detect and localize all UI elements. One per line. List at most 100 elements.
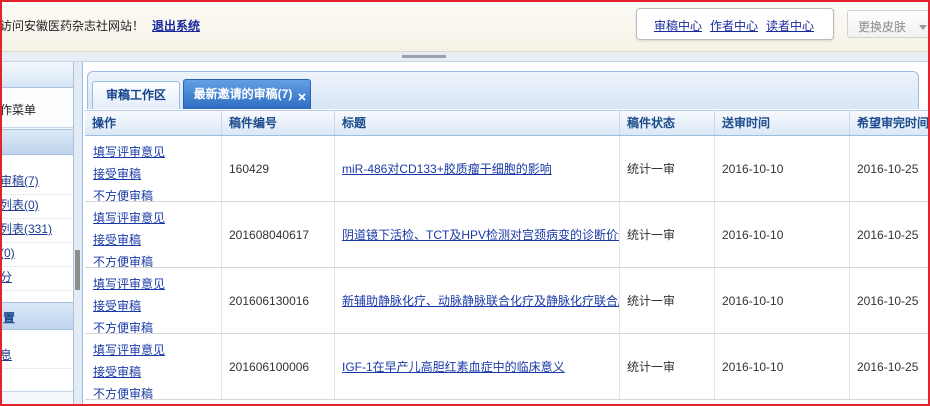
manuscript-id-cell: 160429 <box>222 136 335 201</box>
due-date: 2016-10-25 <box>857 293 919 308</box>
sent-date: 2016-10-10 <box>722 293 784 308</box>
due-date-cell: 2016-10-25 <box>850 334 930 399</box>
manuscript-title-link[interactable]: 阴道镜下活检、TCT及HPV检测对宫颈病变的诊断价值 <box>342 226 619 243</box>
status-text: 统计一审 <box>627 228 676 242</box>
manuscript-id-cell: 201606100006 <box>222 334 335 399</box>
manuscript-title-link[interactable]: miR-486对CD133+胶质瘤干细胞的影响 <box>342 160 552 177</box>
sent-date-cell: 2016-10-10 <box>715 268 850 333</box>
decline-review-link[interactable]: 不方便审稿 <box>93 317 221 333</box>
skin-select-label: 更换皮肤 <box>858 20 907 34</box>
manuscript-title-link[interactable]: IGF-1在早产儿高胆红素血症中的临床意义 <box>342 358 565 375</box>
title-cell: 新辅助静脉化疗、动脉静脉联合化疗及静脉化疗联合腔 <box>335 268 620 333</box>
accept-review-link[interactable]: 接受审稿 <box>93 361 221 383</box>
due-date-cell: 2016-10-25 <box>850 136 930 201</box>
horizontal-splitter[interactable] <box>0 52 930 62</box>
actions-cell: 填写评审意见 接受审稿 不方便审稿 <box>85 268 222 333</box>
tab-strip: 审稿工作区 最新邀请的审稿(7) <box>87 71 919 109</box>
column-header-status[interactable]: 稿件状态 <box>620 111 715 135</box>
sent-date-cell: 2016-10-10 <box>715 334 850 399</box>
fill-review-link[interactable]: 填写评审意见 <box>93 273 221 295</box>
decline-review-link[interactable]: 不方便审稿 <box>93 251 221 267</box>
author-center-link[interactable]: 作者中心 <box>710 17 758 34</box>
sent-date: 2016-10-10 <box>722 227 784 242</box>
work-menu-title[interactable]: 作菜单 <box>0 88 73 128</box>
top-bar: 访问安徽医药杂志社网站！ 退出系统 审稿中心 作者中心 读者中心 更换皮肤 <box>0 0 930 52</box>
settings-section-label: 置 <box>3 311 16 325</box>
close-icon[interactable] <box>298 83 306 101</box>
accept-review-link[interactable]: 接受审稿 <box>93 295 221 317</box>
status-cell: 统计一审 <box>620 202 715 267</box>
column-header-sent-date[interactable]: 送审时间 <box>715 111 850 135</box>
review-table: 操作 稿件编号 标题 稿件状态 送审时间 希望审完时间 填写评审意见 接受审稿 … <box>85 110 930 400</box>
table-row: 填写评审意见 接受审稿 不方便审稿 160429 miR-486对CD133+胶… <box>85 136 930 202</box>
tab-review-workspace[interactable]: 审稿工作区 <box>92 81 180 109</box>
title-cell: 阴道镜下活检、TCT及HPV检测对宫颈病变的诊断价值 <box>335 202 620 267</box>
sidebar-item-info[interactable]: 息 <box>0 345 73 369</box>
manuscript-title-link[interactable]: 新辅助静脉化疗、动脉静脉联合化疗及静脉化疗联合腔 <box>342 292 619 309</box>
decline-review-link[interactable]: 不方便审稿 <box>93 383 221 399</box>
actions-cell: 填写评审意见 接受审稿 不方便审稿 <box>85 136 222 201</box>
settings-menu-list: 息 <box>0 330 73 392</box>
title-cell: IGF-1在早产儿高胆红素血症中的临床意义 <box>335 334 620 399</box>
sidebar-menu-list: 审稿(7) 列表(0) 列表(331) (0) 分 <box>0 156 73 302</box>
sidebar-item-score[interactable]: 分 <box>0 267 73 291</box>
sent-date-cell: 2016-10-10 <box>715 136 850 201</box>
decline-review-link[interactable]: 不方便审稿 <box>93 185 221 201</box>
splitter-handle[interactable] <box>75 250 80 290</box>
accept-review-link[interactable]: 接受审稿 <box>93 229 221 251</box>
review-center-link[interactable]: 审稿中心 <box>654 17 702 34</box>
manuscript-id: 160429 <box>229 161 270 176</box>
table-row: 填写评审意见 接受审稿 不方便审稿 201606100006 IGF-1在早产儿… <box>85 334 930 400</box>
status-text: 统计一审 <box>627 162 676 176</box>
due-date-cell: 2016-10-25 <box>850 202 930 267</box>
sent-date: 2016-10-10 <box>722 161 784 176</box>
welcome-text: 访问安徽医药杂志社网站！ <box>0 19 145 33</box>
sidebar: 作菜单 审稿(7) 列表(0) 列表(331) (0) 分 置 息 <box>0 62 74 406</box>
column-header-actions[interactable]: 操作 <box>85 111 222 135</box>
table-header: 操作 稿件编号 标题 稿件状态 送审时间 希望审完时间 <box>85 110 930 136</box>
status-text: 统计一审 <box>627 294 676 308</box>
column-header-title[interactable]: 标题 <box>335 111 620 135</box>
manuscript-id: 201608040617 <box>229 227 310 242</box>
status-cell: 统计一审 <box>620 136 715 201</box>
sidebar-item-review[interactable]: 审稿(7) <box>0 171 73 195</box>
title-cell: miR-486对CD133+胶质瘤干细胞的影响 <box>335 136 620 201</box>
chevron-down-icon[interactable] <box>919 20 927 30</box>
due-date-cell: 2016-10-25 <box>850 268 930 333</box>
status-cell: 统计一审 <box>620 334 715 399</box>
due-date: 2016-10-25 <box>857 161 919 176</box>
main-panel: 审稿工作区 最新邀请的审稿(7) 操作 稿件编号 标题 稿件状态 送审时间 希望… <box>82 62 930 406</box>
reader-center-link[interactable]: 读者中心 <box>766 17 814 34</box>
tab-new-invitations[interactable]: 最新邀请的审稿(7) <box>183 79 311 109</box>
column-header-manuscript-id[interactable]: 稿件编号 <box>222 111 335 135</box>
actions-cell: 填写评审意见 接受审稿 不方便审稿 <box>85 202 222 267</box>
sidebar-item-list-a[interactable]: 列表(0) <box>0 195 73 219</box>
splitter-handle[interactable] <box>402 55 446 58</box>
review-section-header[interactable] <box>0 129 73 155</box>
sidebar-item-count[interactable]: (0) <box>0 243 73 267</box>
status-cell: 统计一审 <box>620 268 715 333</box>
fill-review-link[interactable]: 填写评审意见 <box>93 339 221 361</box>
table-row: 填写评审意见 接受审稿 不方便审稿 201608040617 阴道镜下活检、TC… <box>85 202 930 268</box>
fill-review-link[interactable]: 填写评审意见 <box>93 141 221 163</box>
due-date: 2016-10-25 <box>857 359 919 374</box>
fill-review-link[interactable]: 填写评审意见 <box>93 207 221 229</box>
sent-date-cell: 2016-10-10 <box>715 202 850 267</box>
settings-section-header[interactable]: 置 <box>0 302 73 330</box>
skin-select[interactable]: 更换皮肤 <box>847 10 930 38</box>
table-row: 填写评审意见 接受审稿 不方便审稿 201606130016 新辅助静脉化疗、动… <box>85 268 930 334</box>
tab-label: 最新邀请的审稿(7) <box>193 87 293 101</box>
manuscript-id: 201606130016 <box>229 293 310 308</box>
manuscript-id: 201606100006 <box>229 359 310 374</box>
column-header-due-date[interactable]: 希望审完时间 <box>850 111 930 135</box>
tab-label: 审稿工作区 <box>105 88 166 102</box>
work-menu-label: 作菜单 <box>0 103 37 117</box>
accept-review-link[interactable]: 接受审稿 <box>93 163 221 185</box>
due-date: 2016-10-25 <box>857 227 919 242</box>
manuscript-id-cell: 201608040617 <box>222 202 335 267</box>
vertical-splitter[interactable] <box>74 62 82 406</box>
status-text: 统计一审 <box>627 360 676 374</box>
sidebar-header <box>0 62 73 88</box>
logout-link[interactable]: 退出系统 <box>152 17 200 34</box>
sidebar-item-list-b[interactable]: 列表(331) <box>0 219 73 243</box>
